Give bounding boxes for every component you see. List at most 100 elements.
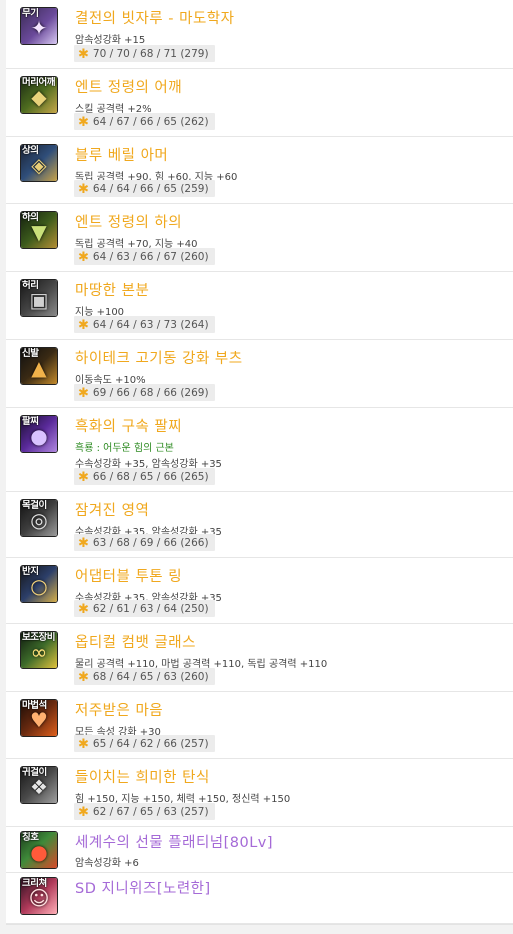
equipment-item[interactable]: ● 팔찌 흑화의 구속 팔찌 흑룡 : 어두운 힘의 근본 수속성강화 +35, 암속성… — [6, 408, 513, 492]
necklace-icon-glyph: ◎ — [30, 508, 48, 532]
slot-label: 팔찌 — [22, 416, 39, 427]
growth-stat-badge: ✱ 64 / 63 / 66 / 67 (260) — [74, 248, 215, 265]
growth-stat-values: 62 / 67 / 65 / 63 (257) — [92, 806, 209, 818]
star-icon: ✱ — [78, 182, 89, 197]
set-option-line: 흑룡 : 어두운 힘의 근본 — [75, 443, 174, 454]
equipment-item[interactable]: ● 칭호 세계수의 선물 플래티넘[80Lv] 암속성강화 +6 — [6, 827, 513, 873]
item-name[interactable]: 엔트 정령의 어깨 — [75, 76, 182, 97]
item-name[interactable]: 엔트 정령의 하의 — [75, 211, 182, 232]
growth-stat-values: 70 / 70 / 68 / 71 (279) — [92, 48, 209, 60]
equipment-item[interactable]: ▼ 하의 엔트 정령의 하의 독립 공격력 +70, 지능 +40 ✱ 64 / 63 /… — [6, 204, 513, 272]
item-slot-icon[interactable]: ▣ 허리 — [20, 279, 58, 317]
item-name[interactable]: 흑화의 구속 팔찌 — [75, 415, 182, 436]
slot-label: 목걸이 — [22, 500, 47, 511]
equipment-item[interactable]: ☺ 크리쳐 SD 지니위즈[노련한] — [6, 873, 513, 924]
equipment-item[interactable]: ◆ 머리어깨 엔트 정령의 어깨 스킬 공격력 +2% ✱ 64 / 67 / 66 / … — [6, 69, 513, 137]
ring-icon-glyph: ○ — [30, 574, 48, 598]
growth-stat-badge: ✱ 64 / 67 / 66 / 65 (262) — [74, 113, 215, 130]
slot-label: 상의 — [22, 145, 39, 156]
growth-stat-badge: ✱ 69 / 66 / 68 / 66 (269) — [74, 384, 215, 401]
shoulder-armor-icon-glyph: ◆ — [31, 85, 47, 109]
top-armor-icon-glyph: ◈ — [31, 153, 47, 177]
growth-stat-badge: ✱ 65 / 64 / 62 / 66 (257) — [74, 735, 215, 752]
slot-label: 마법석 — [22, 700, 47, 711]
boots-armor-icon-glyph: ▲ — [31, 356, 47, 380]
title-apple-icon-glyph: ● — [30, 840, 48, 864]
slot-label: 신발 — [22, 348, 39, 359]
item-slot-icon[interactable]: ▲ 신발 — [20, 347, 58, 385]
item-name[interactable]: 옵티컬 컴뱃 글래스 — [75, 631, 196, 652]
growth-stat-badge: ✱ 62 / 67 / 65 / 63 (257) — [74, 803, 215, 820]
slot-label: 반지 — [22, 566, 39, 577]
star-icon: ✱ — [78, 386, 89, 401]
star-icon: ✱ — [78, 536, 89, 551]
slot-label: 귀걸이 — [22, 767, 47, 778]
item-slot-icon[interactable]: ○ 반지 — [20, 565, 58, 603]
bracelet-icon-glyph: ● — [30, 424, 48, 448]
growth-stat-values: 66 / 68 / 65 / 66 (265) — [92, 471, 209, 483]
item-slot-icon[interactable]: ☺ 크리쳐 — [20, 877, 58, 915]
growth-stat-badge: ✱ 64 / 64 / 63 / 73 (264) — [74, 316, 215, 333]
item-option-line: 암속성강화 +15 — [75, 35, 146, 46]
item-name[interactable]: 저주받은 마음 — [75, 699, 163, 720]
growth-stat-values: 64 / 64 / 66 / 65 (259) — [92, 183, 209, 195]
item-slot-icon[interactable]: ◎ 목걸이 — [20, 499, 58, 537]
equipment-item[interactable]: ◈ 상의 블루 베릴 아머 독립 공격력 +90, 힘 +60, 지능 +60 ✱ 64 … — [6, 137, 513, 204]
item-slot-icon[interactable]: ▼ 하의 — [20, 211, 58, 249]
slot-label: 머리어깨 — [22, 77, 55, 88]
item-slot-icon[interactable]: ◈ 상의 — [20, 144, 58, 182]
item-slot-icon[interactable]: ❖ 귀걸이 — [20, 766, 58, 804]
equipment-item[interactable]: ▣ 허리 마땅한 본분 지능 +100 ✱ 64 / 64 / 63 / 73 (264) — [6, 272, 513, 340]
item-name[interactable]: 마땅한 본분 — [75, 279, 149, 300]
item-slot-icon[interactable]: ● 칭호 — [20, 831, 58, 869]
equipment-item[interactable]: ✦ 무기 결전의 빗자루 - 마도학자암속성강화 +15 ✱ 70 / 70 / 68 … — [6, 0, 513, 69]
growth-stat-badge: ✱ 70 / 70 / 68 / 71 (279) — [74, 45, 215, 62]
equipment-item[interactable]: ∞ 보조장비 옵티컬 컴뱃 글래스 물리 공격력 +110, 마법 공격력 +110,… — [6, 624, 513, 692]
star-icon: ✱ — [78, 115, 89, 130]
item-slot-icon[interactable]: ♥ 마법석 — [20, 699, 58, 737]
growth-stat-values: 69 / 66 / 68 / 66 (269) — [92, 387, 209, 399]
growth-stat-values: 63 / 68 / 69 / 66 (266) — [92, 537, 209, 549]
star-icon: ✱ — [78, 737, 89, 752]
weapon-staff-icon-glyph: ✦ — [30, 16, 48, 40]
equipment-item[interactable]: ▲ 신발 하이테크 고기동 강화 부츠 이동속도 +10% ✱ 69 / 66 / 68 … — [6, 340, 513, 408]
slot-label: 보조장비 — [22, 632, 55, 643]
slot-label: 칭호 — [22, 832, 39, 843]
item-name[interactable]: 결전의 빗자루 - 마도학자 — [75, 7, 234, 28]
item-name[interactable]: 하이테크 고기동 강화 부츠 — [75, 347, 243, 368]
item-slot-icon[interactable]: ✦ 무기 — [20, 7, 58, 45]
growth-stat-values: 64 / 64 / 63 / 73 (264) — [92, 319, 209, 331]
item-option-line: 암속성강화 +6 — [75, 858, 139, 869]
growth-stat-badge: ✱ 62 / 61 / 63 / 64 (250) — [74, 600, 215, 617]
star-icon: ✱ — [78, 318, 89, 333]
slot-label: 허리 — [22, 280, 39, 291]
item-name[interactable]: 세계수의 선물 플래티넘[80Lv] — [75, 831, 273, 852]
equipment-panel: ✦ 무기 결전의 빗자루 - 마도학자 암속성강화 +15 ✱ 70 / 70 / 68 … — [6, 0, 513, 925]
growth-stat-values: 68 / 64 / 65 / 63 (260) — [92, 671, 209, 683]
star-icon: ✱ — [78, 805, 89, 820]
star-icon: ✱ — [78, 470, 89, 485]
equipment-item[interactable]: ♥ 마법석 저주받은 마음 모든 속성 강화 +30 ✱ 65 / 64 / 62 / 6… — [6, 692, 513, 759]
item-name[interactable]: 잠겨진 영역 — [75, 499, 149, 520]
equipment-item[interactable]: ❖ 귀걸이 들이치는 희미한 탄식 힘 +150, 지능 +150, 체력 +150,… — [6, 759, 513, 827]
creature-icon-glyph: ☺ — [28, 886, 50, 910]
item-name[interactable]: 블루 베릴 아머 — [75, 144, 168, 165]
item-name[interactable]: 들이치는 희미한 탄식 — [75, 766, 210, 787]
glasses-icon-glyph: ∞ — [30, 640, 48, 664]
item-slot-icon[interactable]: ∞ 보조장비 — [20, 631, 58, 669]
pants-armor-icon-glyph: ▼ — [31, 220, 47, 244]
star-icon: ✱ — [78, 47, 89, 62]
item-name[interactable]: 어댑터블 투톤 링 — [75, 565, 182, 586]
equipment-item[interactable]: ◎ 목걸이 잠겨진 영역 수속성강화 +35, 암속성강화 +35 ✱ 63 / 68 /… — [6, 492, 513, 558]
item-name[interactable]: SD 지니위즈[노련한] — [75, 877, 211, 898]
belt-armor-icon-glyph: ▣ — [29, 288, 49, 312]
item-slot-icon[interactable]: ◆ 머리어깨 — [20, 76, 58, 114]
growth-stat-badge: ✱ 64 / 64 / 66 / 65 (259) — [74, 180, 215, 197]
growth-stat-values: 64 / 63 / 66 / 67 (260) — [92, 251, 209, 263]
star-icon: ✱ — [78, 670, 89, 685]
equipment-item[interactable]: ○ 반지 어댑터블 투톤 링 수속성강화 +35, 암속성강화 +35 ✱ 62 / 61… — [6, 558, 513, 624]
item-slot-icon[interactable]: ● 팔찌 — [20, 415, 58, 453]
magic-stone-icon-glyph: ♥ — [30, 708, 48, 732]
growth-stat-values: 65 / 64 / 62 / 66 (257) — [92, 738, 209, 750]
slot-label: 하의 — [22, 212, 39, 223]
